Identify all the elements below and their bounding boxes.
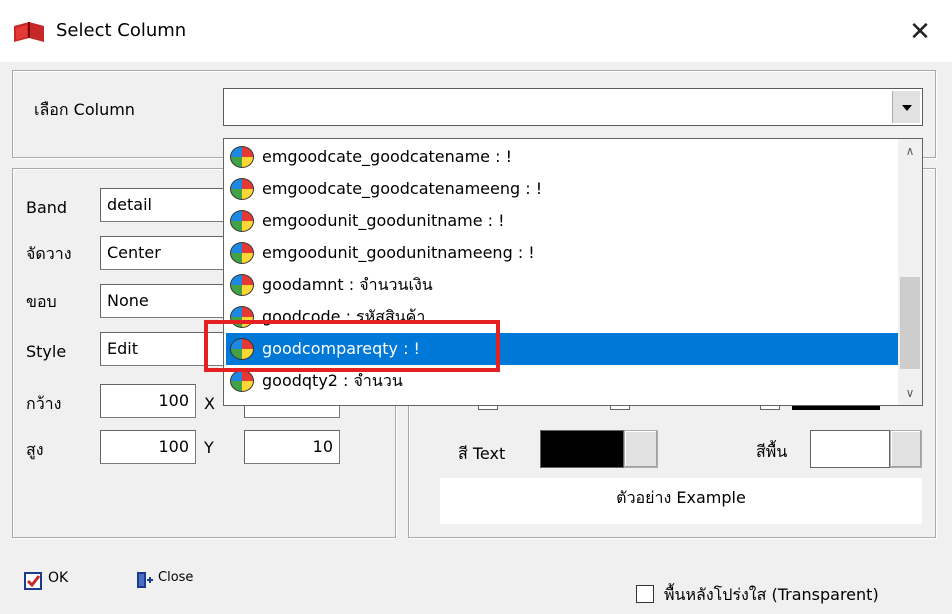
ok-button-label: OK [48,570,69,586]
column-icon [230,242,254,264]
transparent-checkbox[interactable] [636,585,654,603]
column-combobox[interactable] [223,88,923,126]
exit-door-icon [137,572,153,588]
scrollbar-thumb[interactable] [900,277,920,369]
dropdown-item[interactable]: emgoodcate_goodcatename : ! [226,141,898,173]
band-select[interactable]: detail [100,188,230,222]
background-color-swatch [810,430,890,468]
close-dialog-button[interactable]: Close [134,568,224,596]
chevron-up-icon[interactable]: ∧ [898,139,922,163]
background-color-picker-button[interactable] [890,430,922,468]
column-icon [230,210,254,232]
y-input[interactable]: 10 [244,430,340,464]
band-label: Band [26,198,68,217]
background-color-label: สีพื้น [756,442,788,461]
highlight-box [204,320,500,372]
title-bar: Select Column ✕ [0,0,952,62]
height-label: สูง [26,440,44,459]
x-label: X [204,394,215,413]
column-icon [230,178,254,200]
width-input[interactable]: 100 [100,384,196,418]
close-button[interactable]: ✕ [900,14,940,50]
column-icon [230,274,254,296]
align-select[interactable]: Center [100,236,230,270]
dropdown-scrollbar[interactable]: ∧ ∨ [898,139,922,405]
column-icon [230,370,254,392]
window-title: Select Column [56,20,187,41]
column-select-label: เลือก Column [34,100,135,119]
dropdown-item[interactable]: emgoodcate_goodcatenameeng : ! [226,173,898,205]
border-label: ขอบ [26,292,57,311]
text-color-label: สี Text [458,444,506,463]
chevron-down-icon[interactable]: ∨ [898,381,922,405]
dropdown-item[interactable]: emgoodunit_goodunitname : ! [226,205,898,237]
chevron-down-icon[interactable] [892,91,920,123]
align-label: จัดวาง [26,244,72,263]
preview-box: ตัวอย่าง Example [440,478,922,524]
dropdown-item[interactable]: goodamnt : จำนวนเงิน [226,269,898,301]
checkmark-icon [24,572,42,590]
dropdown-item[interactable]: emgoodunit_goodunitnameeng : ! [226,237,898,269]
text-color-swatch [540,430,624,468]
border-select[interactable]: None [100,284,230,318]
transparent-label: พื้นหลังโปร่งใส (Transparent) [664,585,879,604]
column-icon [230,146,254,168]
y-label: Y [204,438,214,457]
height-input[interactable]: 100 [100,430,196,464]
close-button-label: Close [158,570,194,585]
style-label: Style [26,342,67,361]
width-label: กว้าง [26,394,62,413]
preview-text: ตัวอย่าง Example [616,488,746,507]
ok-button[interactable]: OK [24,568,104,596]
text-color-picker-button[interactable] [624,430,658,468]
app-book-icon [14,22,44,42]
